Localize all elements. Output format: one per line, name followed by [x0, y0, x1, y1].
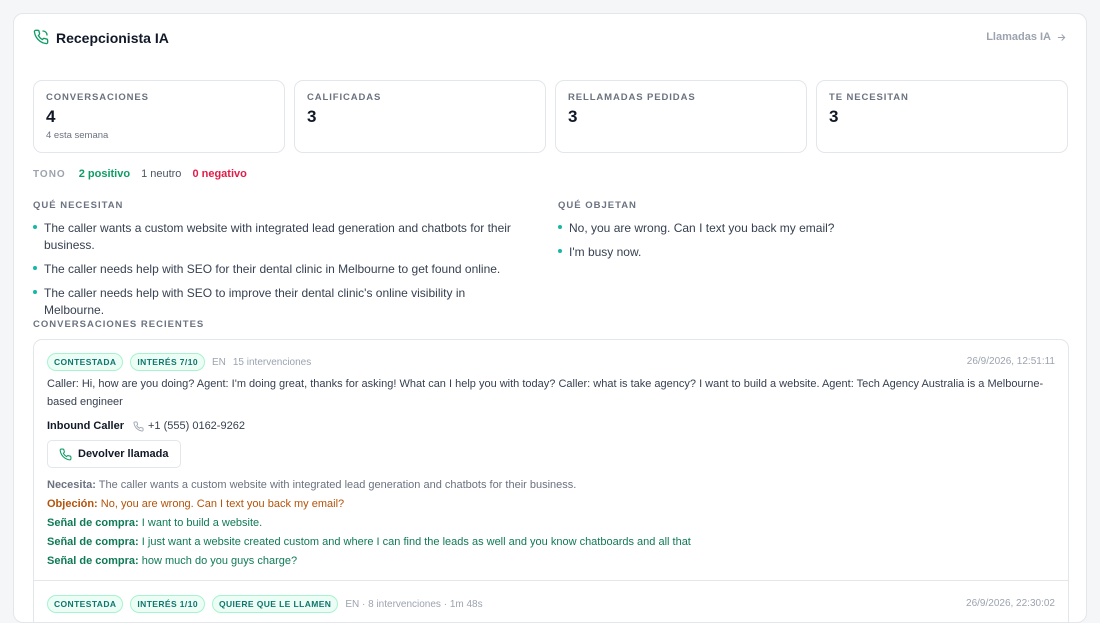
objections-heading: QUÉ OBJETAN — [558, 200, 637, 211]
recent-conversations-heading: CONVERSACIONES RECIENTES — [33, 319, 205, 330]
list-item-text: The caller wants a custom website with i… — [44, 221, 511, 252]
stat-label: RELLAMADAS PEDIDAS — [568, 92, 696, 103]
bullet-dot — [558, 249, 562, 253]
stat-subtext: 4 esta semana — [46, 130, 109, 141]
buying-signal-label: Señal de compra: — [47, 517, 139, 529]
list-item: The caller wants a custom website with i… — [33, 220, 523, 254]
ai-calls-link[interactable]: Llamadas IA — [986, 31, 1067, 43]
status-badge: CONTESTADA — [47, 595, 124, 613]
bullet-dot — [33, 266, 37, 270]
list-item-text: I'm busy now. — [569, 245, 642, 259]
phone-icon — [133, 420, 144, 431]
conversation-badges: CONTESTADA INTERÉS 1/10 QUIERE QUE LE LL… — [47, 595, 483, 613]
list-item-text: No, you are wrong. Can I text you back m… — [569, 221, 835, 235]
buying-signal-line: Señal de compra: how much do you guys ch… — [47, 552, 691, 571]
buying-signal-label: Señal de compra: — [47, 555, 139, 567]
stat-label: TE NECESITAN — [829, 92, 909, 103]
callback-button-label: Devolver llamada — [78, 448, 169, 460]
buying-signal-text: how much do you guys charge? — [141, 555, 298, 567]
buying-signal-text: I just want a website created custom and… — [141, 536, 691, 548]
tone-summary: TONO 2 positivo 1 neutro 0 negativo — [33, 168, 247, 180]
objections-list: No, you are wrong. Can I text you back m… — [558, 220, 1058, 268]
card-header: Recepcionista IA Llamadas IA — [14, 14, 1086, 64]
buying-signal-text: I want to build a website. — [141, 517, 263, 529]
caller-phone-number: +1 (555) 0162-9262 — [148, 420, 245, 432]
tone-neutral: 1 neutro — [141, 168, 182, 180]
list-item-text: The caller needs help with SEO to improv… — [44, 286, 466, 317]
conversation-badges: CONTESTADA INTERÉS 7/10 EN 15 intervenci… — [47, 353, 311, 371]
need-line: Necesita: The caller wants a custom webs… — [47, 476, 691, 495]
stat-conversations: CONVERSACIONES 4 4 esta semana — [33, 80, 285, 153]
buying-signal-line: Señal de compra: I want to build a websi… — [47, 514, 691, 533]
tone-positive: 2 positivo — [78, 168, 131, 180]
stats-row: CONVERSACIONES 4 4 esta semana CALIFICAD… — [33, 80, 1068, 153]
caller-phone: +1 (555) 0162-9262 — [133, 420, 245, 432]
phone-icon — [33, 29, 49, 45]
conversation-date: 26/9/2026, 12:51:11 — [966, 356, 1055, 367]
objection-text: No, you are wrong. Can I text you back m… — [100, 498, 345, 510]
arrow-right-icon — [1057, 33, 1066, 41]
page-title: Recepcionista IA — [56, 30, 169, 46]
stat-value: 4 — [46, 107, 56, 126]
list-item: The caller needs help with SEO to improv… — [33, 285, 523, 319]
list-item: I'm busy now. — [558, 244, 1058, 261]
conversation-date: 26/9/2026, 22:30:02 — [966, 598, 1055, 609]
caller-info: Inbound Caller +1 (555) 0162-9262 — [47, 420, 245, 432]
transcript-preview: Caller: Hi, how are you doing? Agent: I'… — [47, 378, 1044, 408]
callback-request-badge: QUIERE QUE LE LLAMEN — [211, 595, 339, 613]
tone-label: TONO — [33, 168, 66, 180]
need-label: Necesita: — [47, 479, 96, 491]
divider — [34, 580, 1068, 581]
ai-calls-link-label: Llamadas IA — [986, 31, 1051, 43]
ai-receptionist-card: Recepcionista IA Llamadas IA CONVERSACIO… — [13, 13, 1087, 623]
caller-name: Inbound Caller — [47, 420, 124, 432]
language-tag: EN — [211, 356, 226, 368]
objection-line: Objeción: No, you are wrong. Can I text … — [47, 495, 691, 514]
conversation-meta: EN · 8 intervenciones · 1m 48s — [345, 598, 483, 610]
list-item: No, you are wrong. Can I text you back m… — [558, 220, 1058, 237]
bullet-dot — [33, 290, 37, 294]
needs-list: The caller wants a custom website with i… — [33, 220, 523, 326]
stat-label: CONVERSACIONES — [46, 92, 149, 103]
stat-need-you: TE NECESITAN 3 — [816, 80, 1068, 153]
stat-value: 3 — [568, 107, 578, 126]
bullet-dot — [33, 225, 37, 229]
phone-icon — [59, 448, 72, 460]
stat-value: 3 — [829, 107, 839, 126]
stat-qualified: CALIFICADAS 3 — [294, 80, 546, 153]
callback-button[interactable]: Devolver llamada — [47, 440, 181, 468]
turns-count: 15 intervenciones — [232, 356, 312, 368]
need-text: The caller wants a custom website with i… — [98, 479, 577, 491]
buying-signal-label: Señal de compra: — [47, 536, 139, 548]
recent-conversations-list: CONTESTADA INTERÉS 7/10 EN 15 intervenci… — [33, 339, 1069, 622]
conversation-insights: Necesita: The caller wants a custom webs… — [47, 476, 691, 571]
list-item: The caller needs help with SEO for their… — [33, 261, 523, 278]
stat-label: CALIFICADAS — [307, 92, 382, 103]
objection-label: Objeción: — [47, 498, 98, 510]
needs-heading: QUÉ NECESITAN — [33, 200, 124, 211]
list-item-text: The caller needs help with SEO for their… — [44, 262, 501, 276]
status-badge: CONTESTADA — [47, 353, 124, 371]
bullet-dot — [558, 225, 562, 229]
tone-negative: 0 negativo — [192, 168, 247, 180]
interest-badge: INTERÉS 7/10 — [130, 353, 205, 371]
stat-callbacks-requested: RELLAMADAS PEDIDAS 3 — [555, 80, 807, 153]
buying-signal-line: Señal de compra: I just want a website c… — [47, 533, 691, 552]
stat-value: 3 — [307, 107, 317, 126]
interest-badge: INTERÉS 1/10 — [130, 595, 205, 613]
